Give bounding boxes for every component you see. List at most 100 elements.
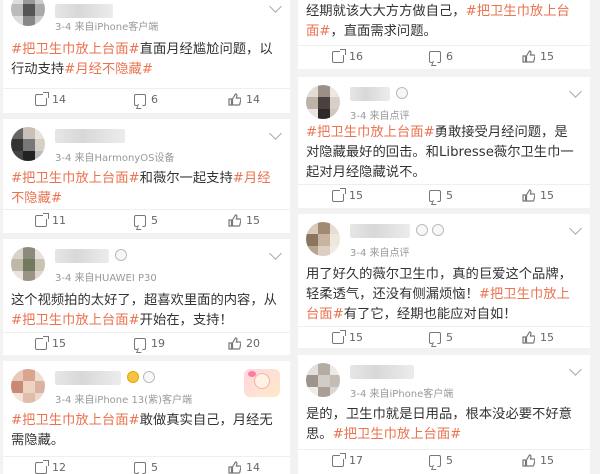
comment-count: 5 bbox=[446, 331, 453, 344]
comment-button[interactable]: 19 bbox=[134, 337, 165, 350]
post-meta: 3-4 来自点评 bbox=[350, 248, 410, 259]
comment-icon bbox=[134, 337, 146, 350]
post-card: 3-4 来自HUAWEI P30 这个视频拍的太好了，超喜欢里面的内容，从 #把卫… bbox=[3, 239, 290, 355]
chevron-down-icon[interactable] bbox=[269, 0, 282, 13]
chevron-down-icon[interactable] bbox=[569, 222, 582, 235]
avatar[interactable] bbox=[306, 85, 340, 119]
comment-button[interactable]: 5 bbox=[429, 189, 453, 202]
repost-button[interactable]: 15 bbox=[35, 335, 66, 350]
post-actions: 12 5 14 bbox=[3, 456, 290, 474]
username[interactable] bbox=[350, 87, 390, 101]
username[interactable] bbox=[350, 365, 414, 379]
post-text: 用了好久的薇尔卫生巾，真的巨爱这个品牌，轻柔透气，还没有侧漏烦恼！#把卫生巾放上… bbox=[306, 265, 580, 325]
comment-count: 5 bbox=[446, 454, 453, 467]
post-header: 3-4 来自iPhone 13(紫)客户端 bbox=[3, 361, 290, 413]
text-segment: 这个视频拍的太好了，超喜欢里面的内容，从 bbox=[11, 293, 277, 308]
like-button[interactable]: 15 bbox=[522, 50, 554, 63]
repost-count: 14 bbox=[52, 93, 66, 106]
post-card: 3-4 来自iPhone客户端 #把卫生巾放上台面#直面月经尴尬问题，以行动支持… bbox=[3, 0, 290, 113]
text-segment: 和薇尔一起支持 bbox=[139, 171, 233, 186]
repost-icon bbox=[35, 91, 49, 106]
username[interactable] bbox=[55, 371, 121, 385]
verified-badge-icon bbox=[115, 249, 127, 261]
repost-button[interactable]: 15 bbox=[332, 187, 363, 202]
like-button[interactable]: 15 bbox=[228, 214, 260, 227]
hashtag-link[interactable]: #把卫生巾放上台面# bbox=[11, 413, 140, 428]
comment-icon bbox=[429, 454, 441, 467]
like-button[interactable]: 14 bbox=[228, 461, 260, 474]
comment-button[interactable]: 5 bbox=[134, 214, 158, 227]
chevron-down-icon[interactable] bbox=[269, 247, 282, 260]
text-segment: ，直面需求问题。 bbox=[330, 24, 437, 39]
post-text: #把卫生巾放上台面#直面月经尴尬问题，以行动支持#月经不隐藏# bbox=[11, 40, 280, 80]
chevron-down-icon[interactable] bbox=[569, 363, 582, 376]
repost-button[interactable]: 16 bbox=[332, 48, 363, 63]
avatar[interactable] bbox=[11, 0, 45, 26]
comment-button[interactable]: 5 bbox=[429, 331, 453, 344]
repost-button[interactable]: 17 bbox=[332, 452, 363, 467]
username[interactable] bbox=[350, 224, 410, 238]
like-icon bbox=[228, 93, 241, 106]
username[interactable] bbox=[55, 129, 125, 143]
avatar[interactable] bbox=[11, 127, 45, 161]
like-count: 15 bbox=[540, 189, 554, 202]
comment-button[interactable]: 5 bbox=[134, 461, 158, 474]
post-card: 3-4 来自iPhone客户端 是的，卫生巾就是日用品，根本没必要不好意思。#把… bbox=[298, 355, 590, 474]
avatar[interactable] bbox=[306, 222, 340, 256]
post-actions: 16 6 15 bbox=[298, 45, 590, 69]
avatar[interactable] bbox=[11, 369, 45, 403]
like-count: 14 bbox=[246, 93, 260, 106]
like-count: 15 bbox=[540, 454, 554, 467]
avatar[interactable] bbox=[11, 247, 45, 281]
text-segment: 开始在，支持！ bbox=[139, 313, 233, 328]
hashtag-link[interactable]: #把卫生巾放上台面# bbox=[11, 313, 140, 328]
post-meta: 3-4 来自HarmonyOS设备 bbox=[55, 153, 175, 164]
post-card: 经期就该大大方方做自己，#把卫生巾放上台面#，直面需求问题。 16 6 15 bbox=[298, 0, 590, 69]
comment-button[interactable]: 6 bbox=[429, 50, 453, 63]
like-button[interactable]: 15 bbox=[522, 189, 554, 202]
username[interactable] bbox=[55, 4, 113, 18]
like-icon bbox=[522, 50, 535, 63]
repost-icon bbox=[35, 459, 49, 474]
repost-icon bbox=[332, 452, 346, 467]
comment-count: 6 bbox=[446, 50, 453, 63]
verified-badge-icon bbox=[143, 371, 155, 383]
like-button[interactable]: 15 bbox=[522, 331, 554, 344]
post-text: 是的，卫生巾就是日用品，根本没必要不好意思。#把卫生巾放上台面# bbox=[306, 405, 580, 445]
post-card: 3-4 来自点评 #把卫生巾放上台面#勇敢接受月经问题，是对隐藏最好的回击。和L… bbox=[298, 77, 590, 208]
post-header: 3-4 来自HarmonyOS设备 bbox=[3, 119, 290, 171]
username[interactable] bbox=[55, 249, 109, 263]
repost-count: 15 bbox=[349, 331, 363, 344]
comment-count: 5 bbox=[151, 214, 158, 227]
like-count: 14 bbox=[246, 461, 260, 474]
repost-icon bbox=[35, 335, 49, 350]
hashtag-link[interactable]: #把卫生巾放上台面# bbox=[333, 427, 462, 442]
post-meta: 3-4 来自点评 bbox=[350, 111, 410, 122]
post-text: 这个视频拍的太好了，超喜欢里面的内容，从 #把卫生巾放上台面#开始在，支持！ bbox=[11, 291, 280, 331]
post-header: 3-4 来自iPhone客户端 bbox=[298, 355, 590, 407]
chevron-down-icon[interactable] bbox=[569, 85, 582, 98]
chevron-down-icon[interactable] bbox=[269, 127, 282, 140]
verified-badge-icon bbox=[416, 224, 428, 236]
repost-button[interactable]: 15 bbox=[332, 329, 363, 344]
hashtag-link[interactable]: #把卫生巾放上台面# bbox=[306, 125, 435, 140]
repost-icon bbox=[332, 329, 346, 344]
hashtag-link[interactable]: #把卫生巾放上台面# bbox=[11, 42, 140, 57]
avatar[interactable] bbox=[306, 363, 340, 397]
like-button[interactable]: 14 bbox=[228, 93, 260, 106]
like-button[interactable]: 20 bbox=[228, 337, 260, 350]
post-card: 3-4 来自HarmonyOS设备 #把卫生巾放上台面#和薇尔一起支持#月经不隐… bbox=[3, 119, 290, 233]
repost-button[interactable]: 12 bbox=[35, 459, 66, 474]
comment-icon bbox=[134, 461, 146, 474]
comment-count: 19 bbox=[151, 337, 165, 350]
comment-button[interactable]: 5 bbox=[429, 454, 453, 467]
like-button[interactable]: 15 bbox=[522, 454, 554, 467]
post-actions: 15 5 15 bbox=[298, 326, 590, 348]
hashtag-link[interactable]: #月经不隐藏# bbox=[64, 62, 153, 77]
comment-button[interactable]: 6 bbox=[134, 93, 158, 106]
repost-button[interactable]: 14 bbox=[35, 91, 66, 106]
repost-button[interactable]: 11 bbox=[35, 212, 66, 227]
post-meta: 3-4 来自iPhone 13(紫)客户端 bbox=[55, 395, 192, 406]
hashtag-link[interactable]: #把卫生巾放上台面# bbox=[11, 171, 140, 186]
decoration-sticker bbox=[244, 369, 280, 397]
